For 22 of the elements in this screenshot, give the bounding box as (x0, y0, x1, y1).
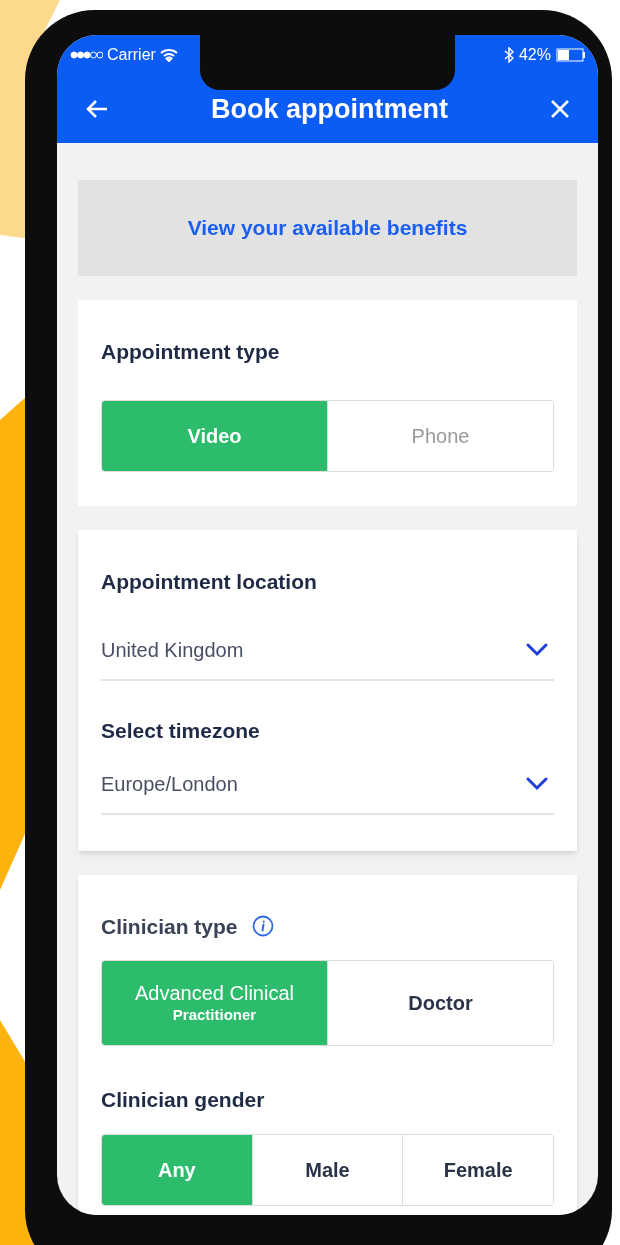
carrier-label: Carrier (107, 45, 156, 65)
bluetooth-icon (503, 47, 514, 63)
dropdown-field[interactable]: United Kingdom (101, 635, 554, 681)
wifi-icon (159, 48, 178, 62)
arrow-left-icon (85, 99, 109, 119)
segment-option[interactable]: Female (402, 1134, 553, 1205)
section-heading: Appointment type (101, 339, 281, 365)
benefits-link[interactable]: View your available benefits (78, 180, 577, 276)
chevron-down-icon (526, 643, 548, 657)
battery-percentage: 42% (518, 45, 551, 65)
info-icon (251, 915, 274, 938)
segment-option[interactable]: Doctor (327, 961, 553, 1045)
close-icon (550, 99, 570, 119)
section-heading: Appointment location (101, 568, 318, 595)
section-heading: Clinician gender (101, 1087, 266, 1113)
dropdown-field[interactable]: Europe/London (101, 768, 554, 815)
section-heading: Clinician type (101, 913, 238, 940)
chevron-down-icon (526, 776, 548, 791)
screen-title: Book appointment (211, 92, 448, 126)
signal-icon (69, 50, 103, 60)
battery-icon (556, 48, 586, 62)
section-heading: Select timezone (101, 718, 261, 744)
